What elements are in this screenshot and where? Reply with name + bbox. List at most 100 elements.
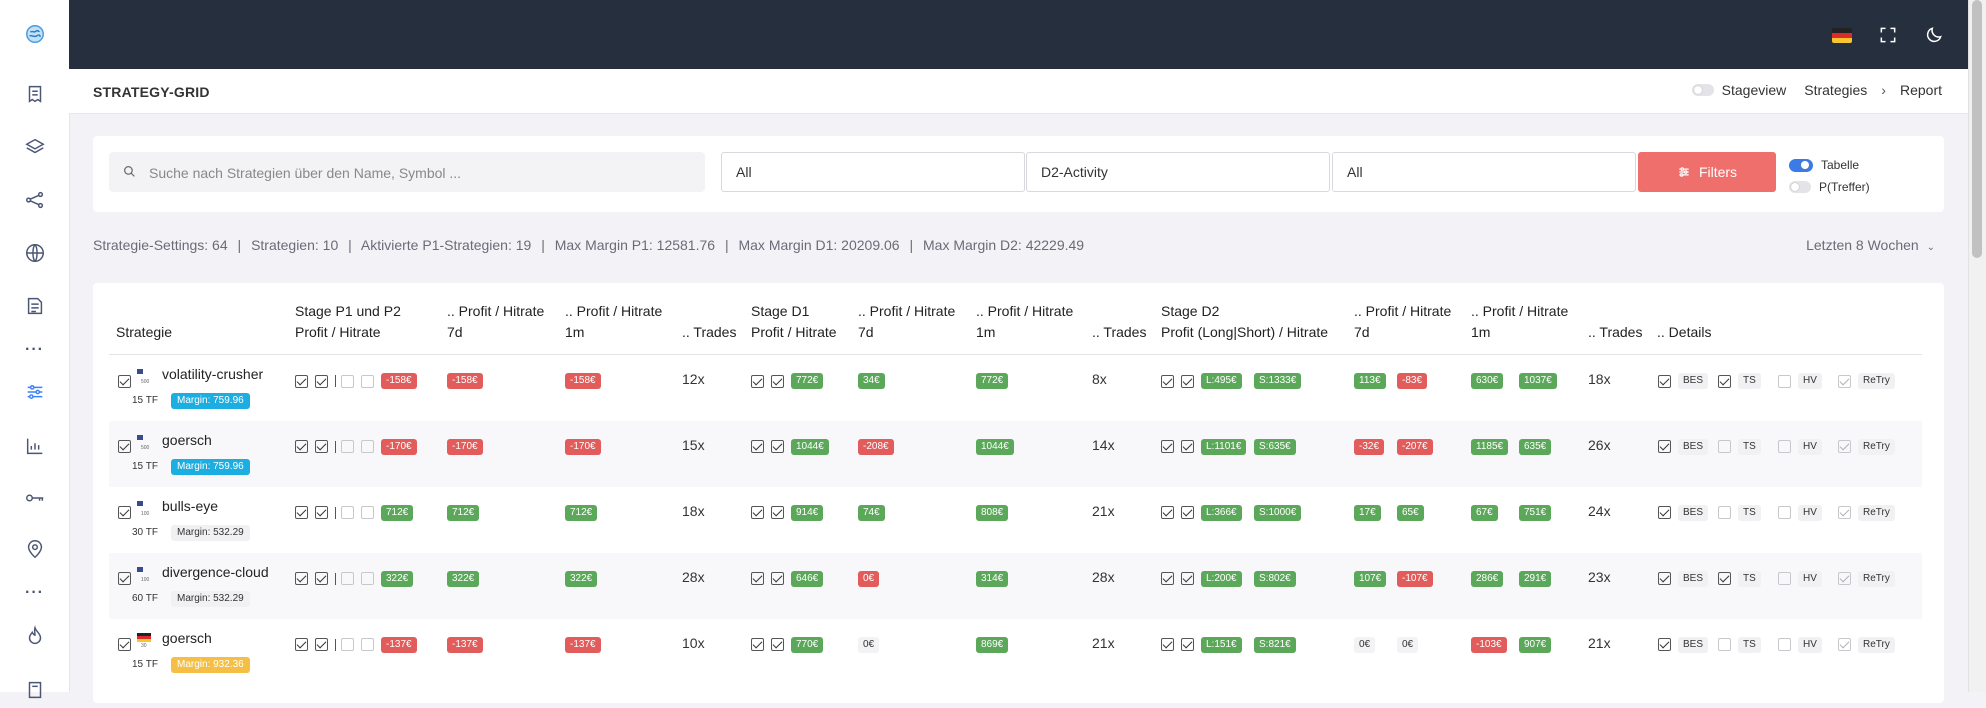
d1-checkbox-2[interactable] [771,638,784,651]
d1-checkbox-2[interactable] [771,572,784,585]
share-icon[interactable] [0,182,69,218]
hv-checkbox[interactable] [1778,638,1791,651]
col-strategie[interactable]: Strategie [116,322,172,343]
d1-checkbox[interactable] [751,638,764,651]
key-icon[interactable] [0,480,69,516]
row-select-checkbox[interactable] [118,506,131,519]
p2-checkbox[interactable] [315,375,328,388]
p2-checkbox[interactable] [315,638,328,651]
d1-checkbox[interactable] [751,572,764,585]
p2-opt-checkbox[interactable] [361,638,374,651]
col-details[interactable]: .. Details [1657,322,1711,343]
filter-select-2[interactable]: D2-Activity [1026,152,1330,192]
ts-checkbox[interactable] [1718,440,1731,453]
flame-icon[interactable] [0,618,69,654]
row-select-checkbox[interactable] [118,572,131,585]
p1-checkbox[interactable] [295,506,308,519]
p2-checkbox[interactable] [315,572,328,585]
hv-checkbox[interactable] [1778,375,1791,388]
col-p1-7d[interactable]: .. Profit / Hitrate 7d [447,301,544,343]
period-select[interactable]: Letzten 8 Wochen ⌄ [1806,237,1935,253]
chart-icon[interactable] [0,428,69,464]
search-input[interactable] [147,152,691,194]
retry-checkbox[interactable] [1838,572,1851,585]
layers-icon[interactable] [0,129,69,165]
table-row[interactable]: 30 goersch 15 TF Margin: 932.36 -137€ -137€ -1… [109,619,1922,685]
scrollbar-thumb[interactable] [1972,0,1982,258]
strategy-name[interactable]: volatility-crusher [162,366,263,382]
d2-checkbox-2[interactable] [1181,572,1194,585]
p2-checkbox[interactable] [315,506,328,519]
more-icon[interactable]: ··· [0,575,69,611]
p2-opt-checkbox[interactable] [361,506,374,519]
fullscreen-icon[interactable] [1877,24,1899,46]
filter-select-1[interactable]: All [721,152,1025,192]
logo-icon[interactable] [0,16,69,52]
ts-checkbox[interactable] [1718,506,1731,519]
p2-opt-checkbox[interactable] [361,375,374,388]
d2-checkbox[interactable] [1161,572,1174,585]
col-d2-7d[interactable]: .. Profit / Hitrate 7d [1354,301,1451,343]
sliders-icon[interactable] [0,374,69,410]
d1-checkbox[interactable] [751,440,764,453]
scrollbar[interactable] [1968,0,1986,692]
p1-opt-checkbox[interactable] [341,638,354,651]
d2-checkbox[interactable] [1161,440,1174,453]
d2-checkbox[interactable] [1161,506,1174,519]
row-select-checkbox[interactable] [118,375,131,388]
d1-checkbox-2[interactable] [771,506,784,519]
bes-checkbox[interactable] [1658,638,1671,651]
ts-checkbox[interactable] [1718,375,1731,388]
table-row[interactable]: 500 goersch 15 TF Margin: 759.96 -170€ -170€ -… [109,421,1922,487]
row-select-checkbox[interactable] [118,638,131,651]
hv-checkbox[interactable] [1778,440,1791,453]
pin-icon[interactable] [0,531,69,567]
ts-checkbox[interactable] [1718,638,1731,651]
strategy-name[interactable]: goersch [162,432,212,448]
d2-checkbox-2[interactable] [1181,506,1194,519]
col-d1-1m[interactable]: .. Profit / Hitrate 1m [976,301,1073,343]
breadcrumb-report[interactable]: Report [1900,82,1942,98]
p1-opt-checkbox[interactable] [341,375,354,388]
strategy-name[interactable]: goersch [162,630,212,646]
table-row[interactable]: 100 bulls-eye 30 TF Margin: 532.29 712€ 712€ 7… [109,487,1922,553]
retry-checkbox[interactable] [1838,375,1851,388]
p2-opt-checkbox[interactable] [361,440,374,453]
bes-checkbox[interactable] [1658,440,1671,453]
strategy-name[interactable]: divergence-cloud [162,564,269,580]
retry-checkbox[interactable] [1838,638,1851,651]
d2-checkbox[interactable] [1161,375,1174,388]
p2-checkbox[interactable] [315,440,328,453]
col-p1-trades[interactable]: .. Trades [682,322,736,343]
doc-icon[interactable] [0,672,69,708]
col-d1[interactable]: Stage D1 Profit / Hitrate [751,301,837,343]
d2-checkbox-2[interactable] [1181,375,1194,388]
p1-opt-checkbox[interactable] [341,572,354,585]
flag-de-icon[interactable] [1831,24,1853,46]
p1-checkbox[interactable] [295,572,308,585]
d1-checkbox-2[interactable] [771,375,784,388]
col-d1-trades[interactable]: .. Trades [1092,322,1146,343]
d1-checkbox[interactable] [751,506,764,519]
p1-checkbox[interactable] [295,638,308,651]
globe-icon[interactable] [0,235,69,271]
p1-checkbox[interactable] [295,375,308,388]
bes-checkbox[interactable] [1658,572,1671,585]
col-p1-1m[interactable]: .. Profit / Hitrate 1m [565,301,662,343]
hv-checkbox[interactable] [1778,572,1791,585]
ts-checkbox[interactable] [1718,572,1731,585]
col-d2-1m[interactable]: .. Profit / Hitrate 1m [1471,301,1568,343]
d1-checkbox[interactable] [751,375,764,388]
stageview-toggle[interactable] [1691,84,1714,96]
bes-checkbox[interactable] [1658,375,1671,388]
moon-icon[interactable] [1923,24,1945,46]
filter-select-3[interactable]: All [1332,152,1636,192]
p1-checkbox[interactable] [295,440,308,453]
strategy-name[interactable]: bulls-eye [162,498,218,514]
hv-checkbox[interactable] [1778,506,1791,519]
tabelle-toggle[interactable] [1789,158,1813,172]
retry-checkbox[interactable] [1838,506,1851,519]
col-d2-trades[interactable]: .. Trades [1588,322,1642,343]
col-d1-7d[interactable]: .. Profit / Hitrate 7d [858,301,955,343]
p2-opt-checkbox[interactable] [361,572,374,585]
